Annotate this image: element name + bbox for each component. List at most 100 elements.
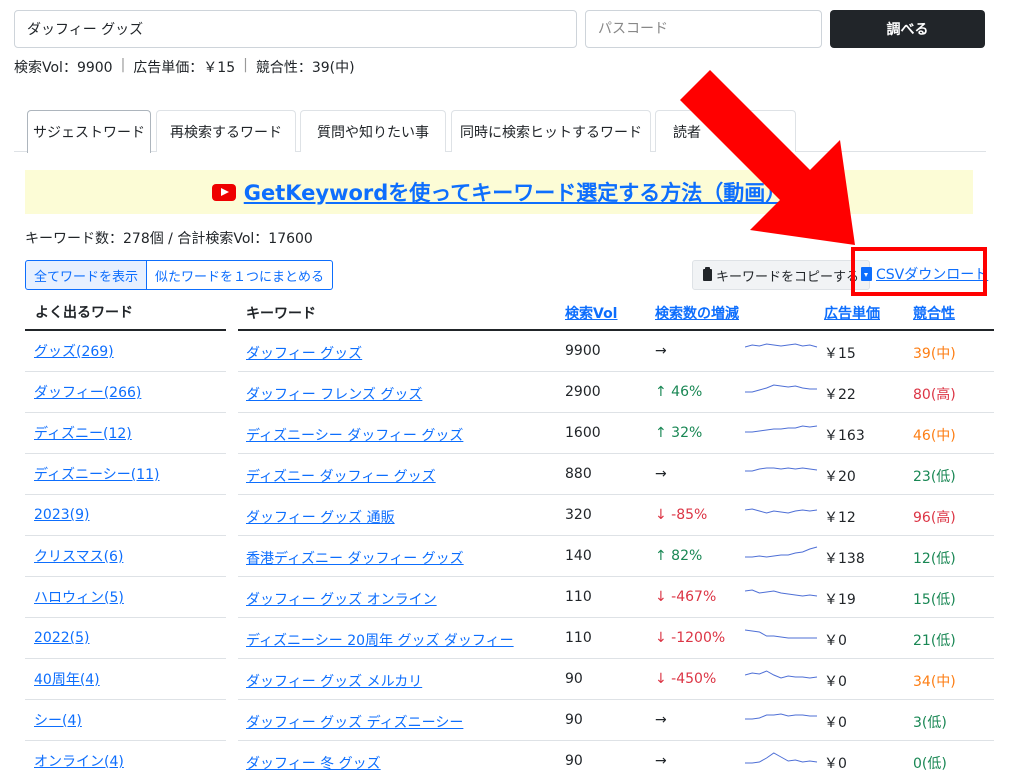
trend-value: ↓ -1200% xyxy=(655,630,726,646)
frequent-words-table: よく出るワード グッズ(269) ダッフィー(266) ディズニー(12) ディズニー… xyxy=(25,294,226,780)
competition-value: 21(低) xyxy=(913,633,956,649)
group-similar-button[interactable]: 似たワードを１つにまとめる xyxy=(147,260,334,290)
copy-keywords-button[interactable]: キーワードをコピーする xyxy=(692,260,871,290)
keyword-table-header: キーワード 検索Vol 検索数の増減 広告単価 競合性 xyxy=(238,294,994,331)
cpc-value: ￥20 xyxy=(824,469,856,485)
frequent-word-link[interactable]: ダッフィー(266) xyxy=(34,382,141,402)
cpc-value: ￥138 xyxy=(824,551,865,567)
competition-value: 80(高) xyxy=(913,387,956,403)
volume-value: 1600 xyxy=(565,425,601,441)
frequent-word-row: オンライン(4) xyxy=(25,741,226,780)
cpc-value: ￥15 xyxy=(824,346,856,362)
volume-value: 110 xyxy=(565,630,592,646)
keyword-table: キーワード 検索Vol 検索数の増減 広告単価 競合性 ダッフィー グッズ 990… xyxy=(238,294,994,780)
competition-value: 15(低) xyxy=(913,592,956,608)
frequent-word-link[interactable]: グッズ(269) xyxy=(34,341,114,361)
keyword-row: ダッフィー 冬 グッズ 90 → ￥0 0(低) xyxy=(238,741,994,780)
volume-value: 110 xyxy=(565,589,592,605)
frequent-word-row: クリスマス(6) xyxy=(25,536,226,577)
sort-competition[interactable]: 競合性 xyxy=(913,306,955,322)
search-button[interactable]: 調べる xyxy=(830,10,985,48)
cpc-value: ￥0 xyxy=(824,633,847,649)
frequent-word-link[interactable]: オンライン(4) xyxy=(34,751,124,771)
volume-value: 9900 xyxy=(565,343,601,359)
show-all-button[interactable]: 全てワードを表示 xyxy=(25,260,148,290)
trend-sparkline xyxy=(745,343,818,348)
frequent-word-link[interactable]: 2022(5) xyxy=(34,630,89,646)
keyword-link[interactable]: ダッフィー グッズ ディズニーシー xyxy=(246,712,463,732)
frequent-word-row: 2022(5) xyxy=(25,618,226,659)
clipboard-icon xyxy=(703,267,712,281)
competition-value: 96(高) xyxy=(913,510,956,526)
frequent-word-link[interactable]: 2023(9) xyxy=(34,507,89,523)
volume-value: 140 xyxy=(565,548,592,564)
frequent-word-link[interactable]: ディズニー(12) xyxy=(34,423,132,443)
trend-sparkline xyxy=(745,425,818,433)
competition-value: 0(低) xyxy=(913,756,947,772)
cpc-value: ￥0 xyxy=(824,674,847,690)
trend-sparkline xyxy=(745,752,818,764)
youtube-icon xyxy=(211,183,236,201)
red-arrow-icon xyxy=(680,70,855,245)
tab-research[interactable]: 再検索するワード xyxy=(156,110,296,152)
frequent-word-link[interactable]: ディズニーシー(11) xyxy=(34,464,159,484)
sort-cpc[interactable]: 広告単価 xyxy=(824,306,880,322)
frequent-word-link[interactable]: ハロウィン(5) xyxy=(34,587,124,607)
keyword-row: ダッフィー グッズ メルカリ 90 ↓ -450% ￥0 34(中) xyxy=(238,659,994,700)
frequent-word-link[interactable]: シー(4) xyxy=(34,710,82,730)
cpc-value: ￥22 xyxy=(824,387,856,403)
competition-value: 46(中) xyxy=(913,428,956,444)
keyword-link[interactable]: ダッフィー グッズ xyxy=(246,343,362,363)
trend-value: ↑ 46% xyxy=(655,384,703,400)
keyword-row: ダッフィー グッズ ディズニーシー 90 → ￥0 3(低) xyxy=(238,700,994,741)
stat-volume: 検索Vol：9900 xyxy=(14,60,113,76)
trend-value: ↓ -467% xyxy=(655,589,717,605)
volume-value: 90 xyxy=(565,753,583,769)
trend-value: ↓ -450% xyxy=(655,671,717,687)
tab-co-occurrence[interactable]: 同時に検索ヒットするワード xyxy=(451,110,651,152)
trend-sparkline xyxy=(745,713,817,720)
keyword-link[interactable]: ダッフィー フレンズ グッズ xyxy=(246,384,422,404)
keyword-link[interactable]: ディズニーシー ダッフィー グッズ xyxy=(246,425,463,445)
keyword-link[interactable]: ディズニー ダッフィー グッズ xyxy=(246,466,436,486)
competition-value: 12(低) xyxy=(913,551,956,567)
keyword-link[interactable]: ディズニーシー 20周年 グッズ ダッフィー xyxy=(246,630,514,650)
tab-questions[interactable]: 質問や知りたい事 xyxy=(300,110,446,152)
tab-suggest[interactable]: サジェストワード xyxy=(27,110,151,153)
cpc-value: ￥163 xyxy=(824,428,865,444)
keyword-input[interactable] xyxy=(14,10,577,48)
keyword-link[interactable]: ダッフィー グッズ メルカリ xyxy=(246,671,422,691)
frequent-word-row: ディズニーシー(11) xyxy=(25,454,226,495)
keyword-stats: 検索Vol：9900 | 広告単価：￥15 | 競合性：39(中) xyxy=(14,57,355,77)
sort-volume[interactable]: 検索Vol xyxy=(565,306,618,322)
keyword-row: ダッフィー グッズ 9900 → ￥15 39(中) xyxy=(238,331,994,372)
keyword-link[interactable]: ダッフィー グッズ オンライン xyxy=(246,589,437,609)
competition-value: 23(低) xyxy=(913,469,956,485)
trend-value: ↑ 32% xyxy=(655,425,703,441)
keyword-link[interactable]: ダッフィー グッズ 通販 xyxy=(246,507,395,527)
keyword-summary: キーワード数：278個 / 合計検索Vol：17600 xyxy=(25,231,313,247)
csv-highlight-box xyxy=(851,247,987,296)
frequent-word-link[interactable]: 40周年(4) xyxy=(34,669,100,689)
trend-sparkline xyxy=(745,589,818,597)
trend-value: → xyxy=(655,466,667,482)
trend-value: → xyxy=(655,753,667,769)
keyword-row: ダッフィー グッズ 通販 320 ↓ -85% ￥12 96(高) xyxy=(238,495,994,536)
frequent-word-row: 2023(9) xyxy=(25,495,226,536)
frequent-word-row: ディズニー(12) xyxy=(25,413,226,454)
trend-value: ↓ -85% xyxy=(655,507,708,523)
passcode-input[interactable] xyxy=(585,10,822,48)
trend-sparkline xyxy=(745,546,818,558)
keyword-row: ダッフィー グッズ オンライン 110 ↓ -467% ￥19 15(低) xyxy=(238,577,994,618)
frequent-word-link[interactable]: クリスマス(6) xyxy=(34,546,123,566)
keyword-link[interactable]: 香港ディズニー ダッフィー グッズ xyxy=(246,548,464,568)
trend-sparkline xyxy=(745,629,817,639)
copy-label: キーワードをコピーする xyxy=(716,269,860,285)
sort-trend[interactable]: 検索数の増減 xyxy=(655,306,739,322)
stat-separator: | xyxy=(243,57,248,73)
keyword-row: ダッフィー フレンズ グッズ 2900 ↑ 46% ￥22 80(高) xyxy=(238,372,994,413)
trend-sparkline xyxy=(745,467,818,472)
keyword-link[interactable]: ダッフィー 冬 グッズ xyxy=(246,753,381,773)
stat-competition: 競合性：39(中) xyxy=(255,60,355,76)
keyword-row: ディズニーシー ダッフィー グッズ 1600 ↑ 32% ￥163 46(中) xyxy=(238,413,994,454)
